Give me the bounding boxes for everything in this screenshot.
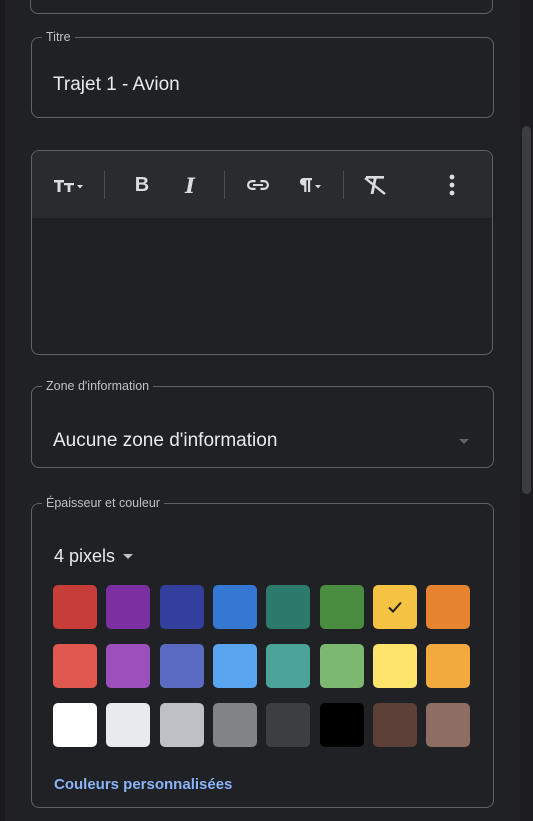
bold-button[interactable]: B: [130, 173, 154, 197]
color-swatch[interactable]: [319, 703, 364, 747]
clear-format-icon[interactable]: [360, 173, 392, 197]
custom-colors-link[interactable]: Couleurs personnalisées: [54, 776, 232, 793]
color-swatch[interactable]: [53, 644, 97, 688]
thickness-color-label: Épaisseur et couleur: [46, 496, 160, 510]
paragraph-icon[interactable]: [294, 173, 326, 197]
color-swatch[interactable]: [319, 585, 364, 629]
color-swatch[interactable]: [212, 585, 257, 629]
color-swatch[interactable]: [266, 703, 311, 747]
color-swatch[interactable]: [159, 585, 204, 629]
color-swatch[interactable]: [106, 585, 151, 629]
color-swatch[interactable]: [266, 644, 311, 688]
title-input[interactable]: Trajet 1 - Avion: [53, 74, 180, 96]
info-zone-select[interactable]: Zone d'information Aucune zone d'informa…: [31, 379, 494, 468]
toolbar-separator: [343, 171, 344, 199]
color-swatch[interactable]: [372, 585, 417, 629]
text-size-icon[interactable]: [52, 173, 86, 197]
title-field-label: Titre: [46, 30, 71, 44]
color-swatch[interactable]: [319, 644, 364, 688]
color-swatch[interactable]: [106, 703, 151, 747]
info-zone-label: Zone d'information: [46, 379, 150, 393]
info-zone-value[interactable]: Aucune zone d'information: [53, 430, 277, 452]
toolbar-separator: [104, 171, 105, 199]
editor-toolbar: B I: [32, 151, 492, 218]
color-swatch[interactable]: [426, 703, 471, 747]
color-swatch[interactable]: [212, 703, 257, 747]
color-swatch[interactable]: [159, 644, 204, 688]
color-swatch[interactable]: [212, 644, 257, 688]
scrollbar-thumb[interactable]: [522, 126, 531, 494]
thickness-color-section: Épaisseur et couleur 4 pixels Couleurs p…: [31, 496, 494, 808]
thickness-value: 4 pixels: [54, 546, 116, 566]
description-editor[interactable]: B I: [31, 150, 493, 355]
check-icon: [388, 601, 402, 613]
color-swatch[interactable]: [53, 585, 97, 629]
dropdown-arrow-icon[interactable]: [459, 439, 469, 444]
color-swatch[interactable]: [106, 644, 151, 688]
link-icon[interactable]: [244, 173, 272, 197]
color-swatch[interactable]: [426, 644, 471, 688]
caret-down-icon: [123, 554, 134, 559]
color-swatch[interactable]: [372, 644, 417, 688]
toolbar-separator: [224, 171, 225, 199]
previous-field-edge: [30, 0, 493, 14]
thickness-select[interactable]: 4 pixels: [54, 546, 134, 567]
title-field[interactable]: Titre Trajet 1 - Avion: [31, 30, 494, 118]
color-swatch[interactable]: [159, 703, 204, 747]
color-swatch[interactable]: [53, 703, 97, 747]
scrollbar-track[interactable]: [520, 0, 533, 821]
editor-content-area[interactable]: [32, 218, 492, 354]
window-edge: [0, 0, 5, 821]
more-vert-icon[interactable]: [442, 173, 462, 197]
italic-button[interactable]: I: [178, 173, 202, 198]
color-swatch[interactable]: [426, 585, 471, 629]
color-swatch[interactable]: [266, 585, 311, 629]
color-swatch[interactable]: [372, 703, 417, 747]
